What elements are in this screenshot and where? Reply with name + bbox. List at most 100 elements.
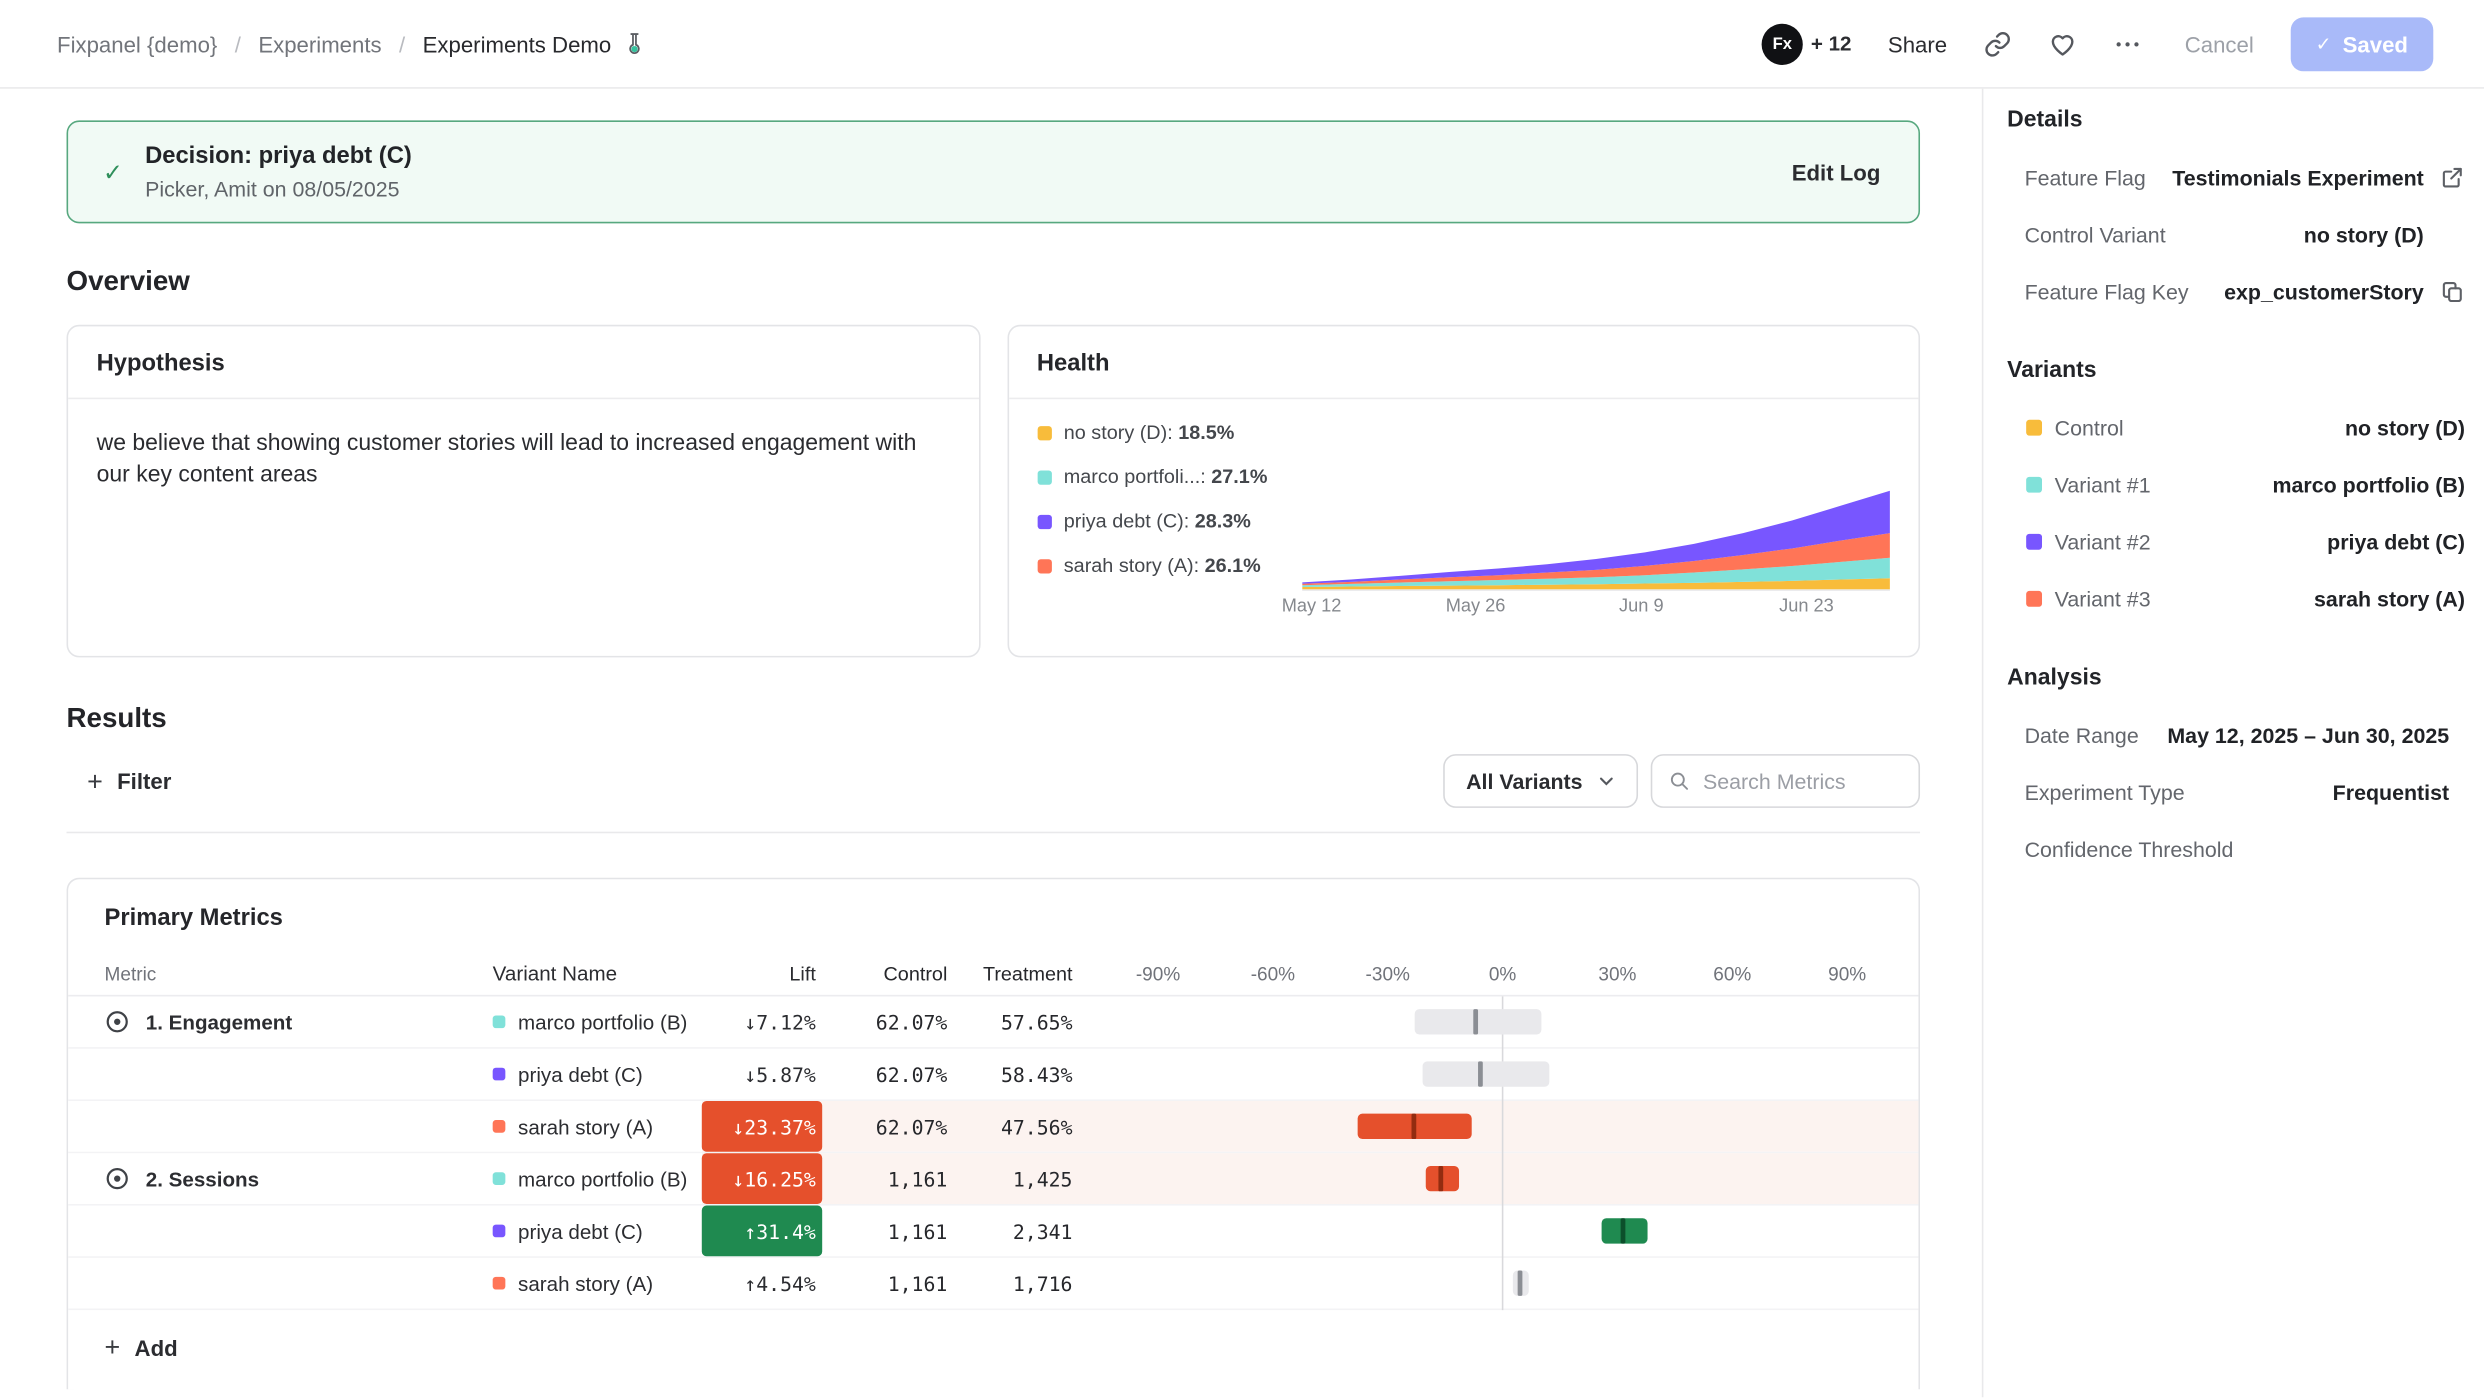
detail-value: exp_customerStory <box>2224 280 2424 304</box>
detail-value: no story (D) <box>2304 223 2424 247</box>
variant-name: priya debt (C) <box>518 1062 643 1086</box>
details-sidebar: Details Feature Flag Testimonials Experi… <box>1983 89 2484 1398</box>
collaborators[interactable]: Fx + 12 <box>1762 23 1852 64</box>
variants-section: Variants Control no story (D) Variant #1… <box>2007 358 2465 615</box>
variant-value: priya debt (C) <box>2327 530 2465 554</box>
favorite-icon[interactable] <box>2048 29 2077 58</box>
legend-item: no story (D): 18.5% <box>1037 421 1302 443</box>
variants-heading: Variants <box>2007 358 2465 383</box>
hypothesis-body: we believe that showing customer stories… <box>68 399 949 519</box>
metric-row[interactable]: sarah story (A) ↑4.54% 1,161 1,716 <box>68 1258 1918 1310</box>
metric-row[interactable]: priya debt (C) ↓5.87% 62.07% 58.43% <box>68 1049 1918 1101</box>
x-axis-label: May 12 <box>1282 597 1342 616</box>
detail-label: Control Variant <box>2025 223 2166 247</box>
avatar[interactable]: Fx <box>1762 23 1803 64</box>
ci-center-tick <box>1411 1114 1416 1139</box>
decision-banner: ✓ Decision: priya debt (C) Picker, Amit … <box>67 120 1920 223</box>
lift-value: ↑4.54% <box>702 1258 822 1309</box>
metric-label: 1. Engagement <box>146 1010 292 1034</box>
ci-axis-tick: 0% <box>1489 962 1516 984</box>
variant-label: Variant #3 <box>2055 587 2151 611</box>
column-metric: Metric <box>68 952 483 995</box>
metric-cell <box>68 1258 483 1309</box>
confidence-interval-cell <box>1109 1049 1901 1100</box>
details-heading: Details <box>2007 108 2465 133</box>
legend-item: marco portfoli...: 27.1% <box>1037 466 1302 488</box>
column-lift: Lift <box>702 952 822 995</box>
breadcrumb-project[interactable]: Fixpanel {demo} <box>57 31 217 56</box>
variant-cell: marco portfolio (B) <box>483 1010 702 1034</box>
plus-icon: + <box>87 768 103 795</box>
ci-axis-tick: 30% <box>1598 962 1636 984</box>
variant-color-dot <box>493 1225 506 1238</box>
stacked-area-chart <box>1302 485 1890 590</box>
health-card: Health no story (D): 18.5% marco portfol… <box>1007 325 1920 658</box>
variant-cell: sarah story (A) <box>483 1114 702 1138</box>
top-bar: Fixpanel {demo} / Experiments / Experime… <box>0 0 2484 89</box>
ci-axis: -90%-60%-30%0%30%60%90% <box>1109 952 1901 995</box>
results-heading: Results <box>67 702 1920 735</box>
metric-row[interactable]: priya debt (C) ↑31.4% 1,161 2,341 <box>68 1206 1918 1258</box>
variant-cell: sarah story (A) <box>483 1271 702 1295</box>
collaborator-count: + 12 <box>1811 32 1852 56</box>
search-metrics-input[interactable] <box>1703 769 1903 793</box>
chevron-down-icon <box>1597 771 1616 790</box>
confidence-interval-cell <box>1109 1101 1901 1152</box>
metric-cell: 2. Sessions <box>68 1153 483 1204</box>
copy-link-icon[interactable] <box>1984 29 2013 58</box>
variant-name: marco portfolio (B) <box>518 1167 687 1191</box>
analysis-row: Date Range May 12, 2025 – Jun 30, 2025 <box>2007 719 2465 751</box>
analysis-value: May 12, 2025 – Jun 30, 2025 <box>2167 723 2449 747</box>
add-metric-button[interactable]: + Add <box>68 1310 1918 1389</box>
ci-axis-tick: -60% <box>1251 962 1295 984</box>
variant-row: Variant #2 priya debt (C) <box>2007 526 2465 558</box>
ci-range-bar <box>1422 1061 1548 1086</box>
avatar-label: Fx <box>1773 34 1792 53</box>
analysis-row: Experiment Type Frequentist <box>2007 776 2465 808</box>
variant-name: sarah story (A) <box>518 1114 653 1138</box>
variant-color-dot <box>493 1277 506 1290</box>
variants-dropdown[interactable]: All Variants <box>1444 754 1638 808</box>
variant-value: no story (D) <box>2345 416 2465 440</box>
decision-title: Decision: priya debt (C) <box>145 143 412 170</box>
confidence-interval-cell <box>1109 1258 1901 1309</box>
saved-button[interactable]: ✓ Saved <box>2290 17 2433 71</box>
copy-icon[interactable] <box>2440 279 2465 304</box>
variants-dropdown-label: All Variants <box>1466 769 1583 793</box>
overview-heading: Overview <box>67 265 1920 298</box>
hypothesis-title: Hypothesis <box>68 326 978 399</box>
edit-log-button[interactable]: Edit Log <box>1792 159 1881 184</box>
ci-center-tick <box>1620 1218 1625 1243</box>
breadcrumb-experiments[interactable]: Experiments <box>258 31 381 56</box>
more-options-icon[interactable] <box>2113 29 2142 58</box>
breadcrumb-current: Experiments Demo <box>423 31 646 56</box>
lift-value: ↑31.4% <box>702 1206 822 1257</box>
share-button[interactable]: Share <box>1888 31 1947 56</box>
lift-value: ↓23.37% <box>702 1101 822 1152</box>
main-content: ✓ Decision: priya debt (C) Picker, Amit … <box>0 89 1983 1398</box>
legend-color-dot <box>1037 514 1051 528</box>
variant-color-dot <box>493 1120 506 1133</box>
detail-value[interactable]: Testimonials Experiment <box>2172 166 2424 190</box>
control-value: 1,161 <box>822 1167 947 1191</box>
metric-row[interactable]: sarah story (A) ↓23.37% 62.07% 47.56% <box>68 1101 1918 1153</box>
filter-label: Filter <box>117 768 171 793</box>
search-icon <box>1668 770 1690 792</box>
saved-label: Saved <box>2343 31 2408 56</box>
legend-color-dot <box>1037 425 1051 439</box>
metric-row[interactable]: 1. Engagement marco portfolio (B) ↓7.12%… <box>68 996 1918 1048</box>
lift-value: ↓16.25% <box>702 1153 822 1204</box>
ci-axis-tick: -30% <box>1366 962 1410 984</box>
x-axis: May 12May 26Jun 9Jun 23 <box>1302 597 1890 630</box>
variant-color-dot <box>493 1172 506 1185</box>
analysis-label: Confidence Threshold <box>2025 837 2234 861</box>
lift-value: ↓7.12% <box>702 996 822 1047</box>
lift-value: ↓5.87% <box>702 1049 822 1100</box>
metric-row[interactable]: 2. Sessions marco portfolio (B) ↓16.25% … <box>68 1153 1918 1205</box>
external-link-icon[interactable] <box>2440 165 2465 190</box>
test-tube-icon <box>622 32 646 56</box>
ci-axis-tick: -90% <box>1136 962 1180 984</box>
cancel-button[interactable]: Cancel <box>2185 31 2254 56</box>
metric-cell <box>68 1049 483 1100</box>
add-filter-button[interactable]: + Filter <box>67 768 172 795</box>
